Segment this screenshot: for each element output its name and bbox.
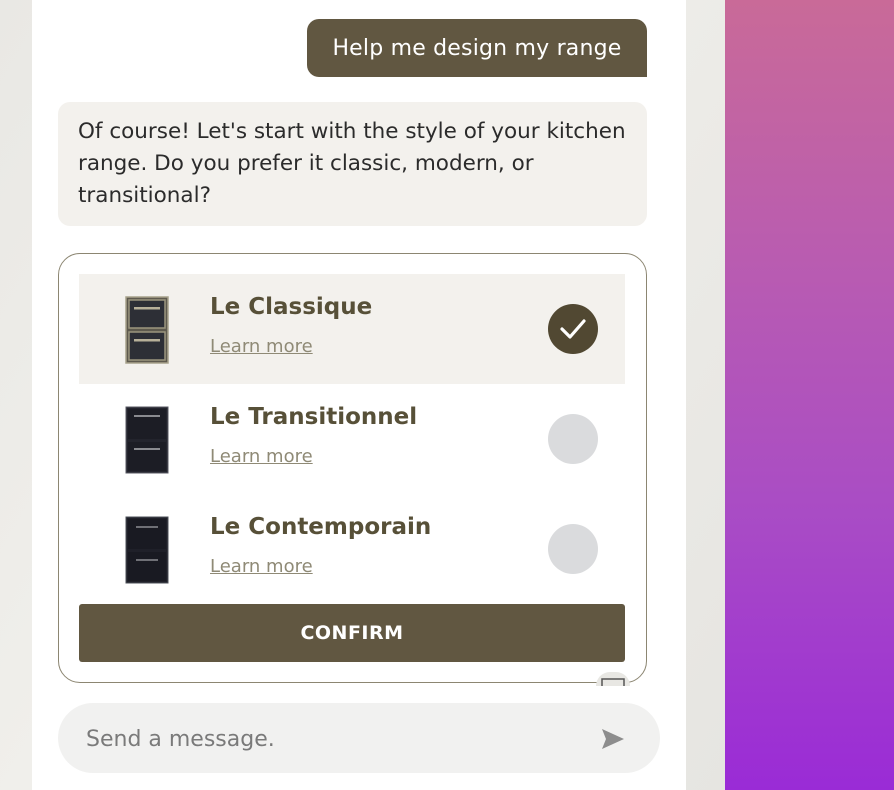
range-style-picker: Le Classique Learn more Le Transitionnel… bbox=[58, 253, 647, 683]
message-composer bbox=[58, 703, 660, 773]
option-le-transitionnel[interactable]: Le Transitionnel Learn more bbox=[79, 384, 625, 494]
gradient-backdrop bbox=[725, 0, 894, 790]
range-transitional-image bbox=[125, 406, 169, 474]
option-title: Le Contemporain bbox=[210, 514, 432, 540]
assistant-message-text: Of course! Let's start with the style of… bbox=[78, 119, 626, 208]
option-title: Le Transitionnel bbox=[210, 404, 418, 430]
option-radio[interactable] bbox=[548, 414, 598, 464]
range-classic-image bbox=[125, 296, 169, 364]
range-contemporary-image bbox=[125, 516, 169, 584]
user-message-bubble: Help me design my range bbox=[307, 19, 647, 77]
option-radio[interactable] bbox=[548, 524, 598, 574]
learn-more-link[interactable]: Learn more bbox=[210, 556, 313, 577]
checkmark-icon bbox=[560, 319, 586, 339]
learn-more-link[interactable]: Learn more bbox=[210, 336, 313, 357]
send-icon[interactable] bbox=[600, 727, 626, 751]
option-le-classique[interactable]: Le Classique Learn more bbox=[79, 274, 625, 384]
message-input[interactable] bbox=[84, 723, 568, 755]
assistant-message-bubble: Of course! Let's start with the style of… bbox=[58, 102, 647, 226]
user-message-text: Help me design my range bbox=[332, 35, 622, 61]
option-le-contemporain[interactable]: Le Contemporain Learn more bbox=[79, 494, 625, 604]
learn-more-link[interactable]: Learn more bbox=[210, 446, 313, 467]
confirm-button[interactable]: CONFIRM bbox=[79, 604, 625, 662]
option-title: Le Classique bbox=[210, 294, 373, 320]
option-radio-checked[interactable] bbox=[548, 304, 598, 354]
